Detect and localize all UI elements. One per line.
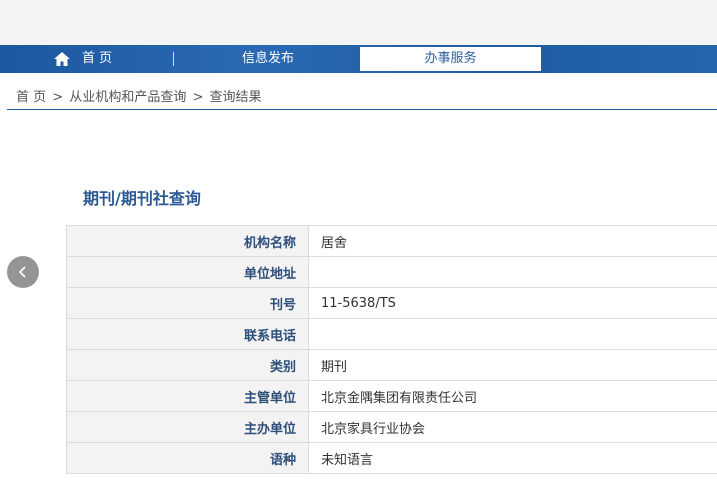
row-value: 未知语言	[308, 442, 717, 474]
breadcrumb-category[interactable]: 从业机构和产品查询	[69, 90, 186, 105]
top-banner	[0, 0, 717, 45]
table-row: 主管单位 北京金隅集团有限责任公司	[66, 380, 717, 412]
table-row: 联系电话	[66, 318, 717, 350]
row-value: 北京家具行业协会	[308, 411, 717, 443]
nav-home-label: 首 页	[82, 51, 113, 66]
breadcrumb: 首 页 > 从业机构和产品查询 > 查询结果	[16, 86, 264, 105]
table-row: 类别 期刊	[66, 349, 717, 381]
nav-home[interactable]: 首 页	[54, 45, 112, 73]
nav-service[interactable]: 办事服务	[360, 47, 541, 71]
row-label: 联系电话	[66, 318, 309, 350]
table-row: 刊号 11-5638/TS	[66, 287, 717, 319]
page-title: 期刊/期刊社查询	[83, 189, 201, 208]
breadcrumb-separator: >	[52, 90, 64, 105]
row-value: 11-5638/TS	[308, 287, 717, 319]
back-button[interactable]	[7, 256, 39, 288]
result-table: 机构名称 居舍 单位地址 刊号 11-5638/TS 联系电话 类别 期刊 主管…	[66, 225, 717, 474]
row-label: 类别	[66, 349, 309, 381]
home-icon	[54, 52, 70, 66]
row-label: 机构名称	[66, 225, 309, 257]
nav-info[interactable]: 信息发布	[242, 45, 294, 73]
row-label: 语种	[66, 442, 309, 474]
table-row: 主办单位 北京家具行业协会	[66, 411, 717, 443]
breadcrumb-home[interactable]: 首 页	[16, 90, 46, 105]
table-row: 语种 未知语言	[66, 442, 717, 474]
row-value: 北京金隅集团有限责任公司	[308, 380, 717, 412]
table-row: 机构名称 居舍	[66, 225, 717, 257]
breadcrumb-current: 查询结果	[209, 90, 262, 105]
row-label: 主管单位	[66, 380, 309, 412]
breadcrumb-divider	[7, 109, 717, 110]
row-value: 期刊	[308, 349, 717, 381]
main-nav: 首 页 信息发布 办事服务	[0, 45, 717, 73]
row-value: 居舍	[308, 225, 717, 257]
row-value	[308, 318, 717, 350]
table-row: 单位地址	[66, 256, 717, 288]
row-label: 单位地址	[66, 256, 309, 288]
nav-divider	[173, 52, 174, 66]
chevron-left-icon	[18, 266, 26, 278]
breadcrumb-separator: >	[192, 90, 204, 105]
row-label: 刊号	[66, 287, 309, 319]
row-value	[308, 256, 717, 288]
row-label: 主办单位	[66, 411, 309, 443]
